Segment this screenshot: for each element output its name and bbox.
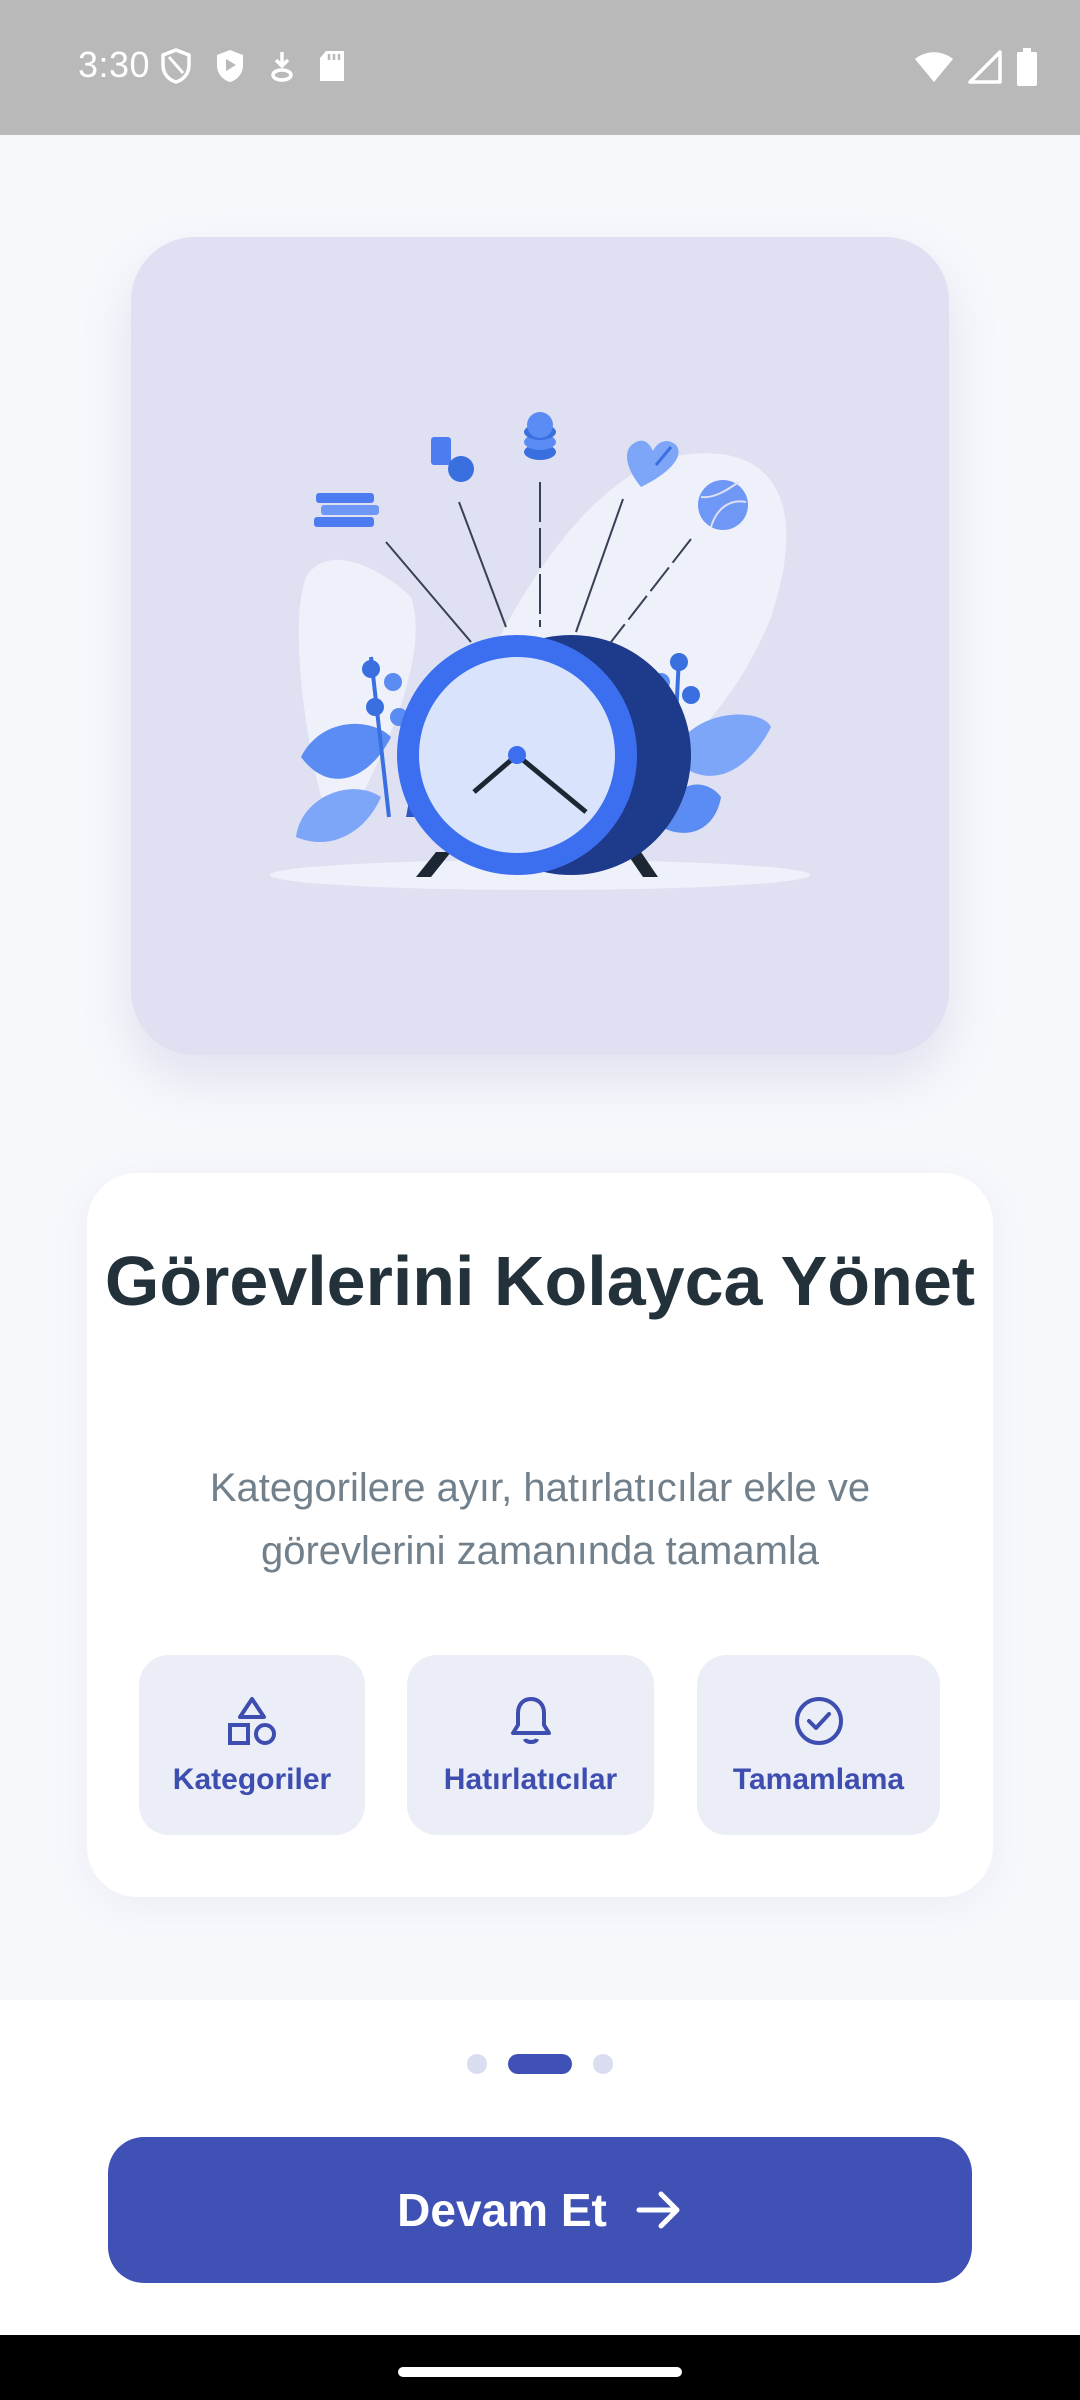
status-bar: 3:30 bbox=[0, 0, 1080, 135]
sd-card-icon bbox=[320, 51, 344, 81]
feature-label: Kategoriler bbox=[172, 1763, 332, 1796]
page-title: Görevlerini Kolayca Yönet bbox=[104, 1242, 976, 1320]
hero-illustration-card bbox=[131, 237, 949, 1055]
shield-play-icon bbox=[217, 50, 243, 82]
coins-icon bbox=[524, 412, 556, 460]
page-dot-3[interactable] bbox=[593, 2054, 613, 2074]
shield-outline-icon bbox=[161, 48, 191, 84]
continue-button[interactable]: Devam Et bbox=[108, 2137, 972, 2283]
check-circle-icon bbox=[794, 1697, 843, 1745]
feature-label: Tamamlama bbox=[732, 1763, 905, 1796]
alarm-clock-illustration bbox=[270, 412, 810, 890]
feature-label: Hatırlatıcılar bbox=[443, 1763, 618, 1796]
shapes-icon bbox=[228, 1697, 276, 1745]
books-icon bbox=[314, 493, 379, 527]
feature-chip-categories: Kategoriler bbox=[139, 1655, 365, 1835]
arrow-right-icon bbox=[636, 2191, 680, 2229]
feature-chip-reminders: Hatırlatıcılar bbox=[407, 1655, 654, 1835]
status-time: 3:30 bbox=[78, 44, 151, 85]
onboarding-card: Görevlerini Kolayca Yönet Kategorilere a… bbox=[87, 1173, 993, 1897]
page-dot-1[interactable] bbox=[467, 2054, 487, 2074]
continue-button-label: Devam Et bbox=[397, 2184, 607, 2236]
bell-icon bbox=[510, 1697, 551, 1744]
signal-icon bbox=[968, 50, 1002, 84]
home-gesture-handle[interactable] bbox=[398, 2367, 682, 2377]
battery-icon bbox=[1017, 48, 1037, 86]
wifi-icon bbox=[915, 52, 953, 82]
feature-chip-completion: Tamamlama bbox=[697, 1655, 940, 1835]
page-indicator bbox=[0, 2054, 1080, 2076]
page-dot-2-active[interactable] bbox=[508, 2054, 572, 2074]
ball-icon bbox=[698, 480, 748, 530]
page-subtitle: Kategorilere ayır, hatırlatıcılar ekle v… bbox=[209, 1466, 871, 1573]
apple-cup-icon bbox=[431, 437, 474, 482]
download-icon bbox=[271, 52, 293, 82]
